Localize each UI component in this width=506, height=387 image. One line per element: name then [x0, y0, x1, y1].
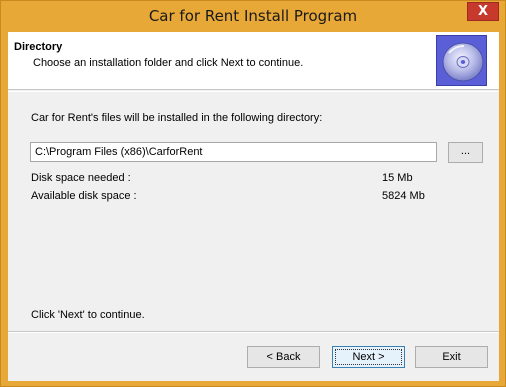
close-button[interactable]: X	[467, 2, 499, 21]
title-bar[interactable]: Car for Rent Install Program X	[1, 1, 505, 32]
header-divider	[8, 91, 499, 92]
button-separator	[8, 331, 499, 333]
wizard-header: Directory Choose an installation folder …	[8, 32, 499, 90]
disk-needed-value: 15 Mb	[382, 172, 413, 184]
cd-disc-icon	[436, 35, 487, 86]
disk-available-value: 5824 Mb	[382, 190, 425, 202]
step-title: Directory	[14, 41, 63, 53]
install-intro-text: Car for Rent's files will be installed i…	[31, 112, 323, 124]
browse-button[interactable]: ...	[448, 142, 483, 163]
continue-hint: Click 'Next' to continue.	[31, 309, 145, 321]
next-button-label: Next >	[335, 349, 402, 365]
exit-button[interactable]: Exit	[415, 346, 488, 368]
window-title: Car for Rent Install Program	[148, 7, 358, 25]
installer-window: Car for Rent Install Program X Directory…	[0, 0, 506, 387]
disk-available-label: Available disk space :	[31, 190, 137, 202]
install-path-input[interactable]: C:\Program Files (x86)\CarforRent	[30, 142, 437, 162]
step-subtitle: Choose an installation folder and click …	[33, 57, 304, 69]
disk-needed-label: Disk space needed :	[31, 172, 131, 184]
back-button[interactable]: < Back	[247, 346, 320, 368]
next-button[interactable]: Next >	[332, 346, 405, 368]
dialog-body: Directory Choose an installation folder …	[8, 32, 499, 381]
